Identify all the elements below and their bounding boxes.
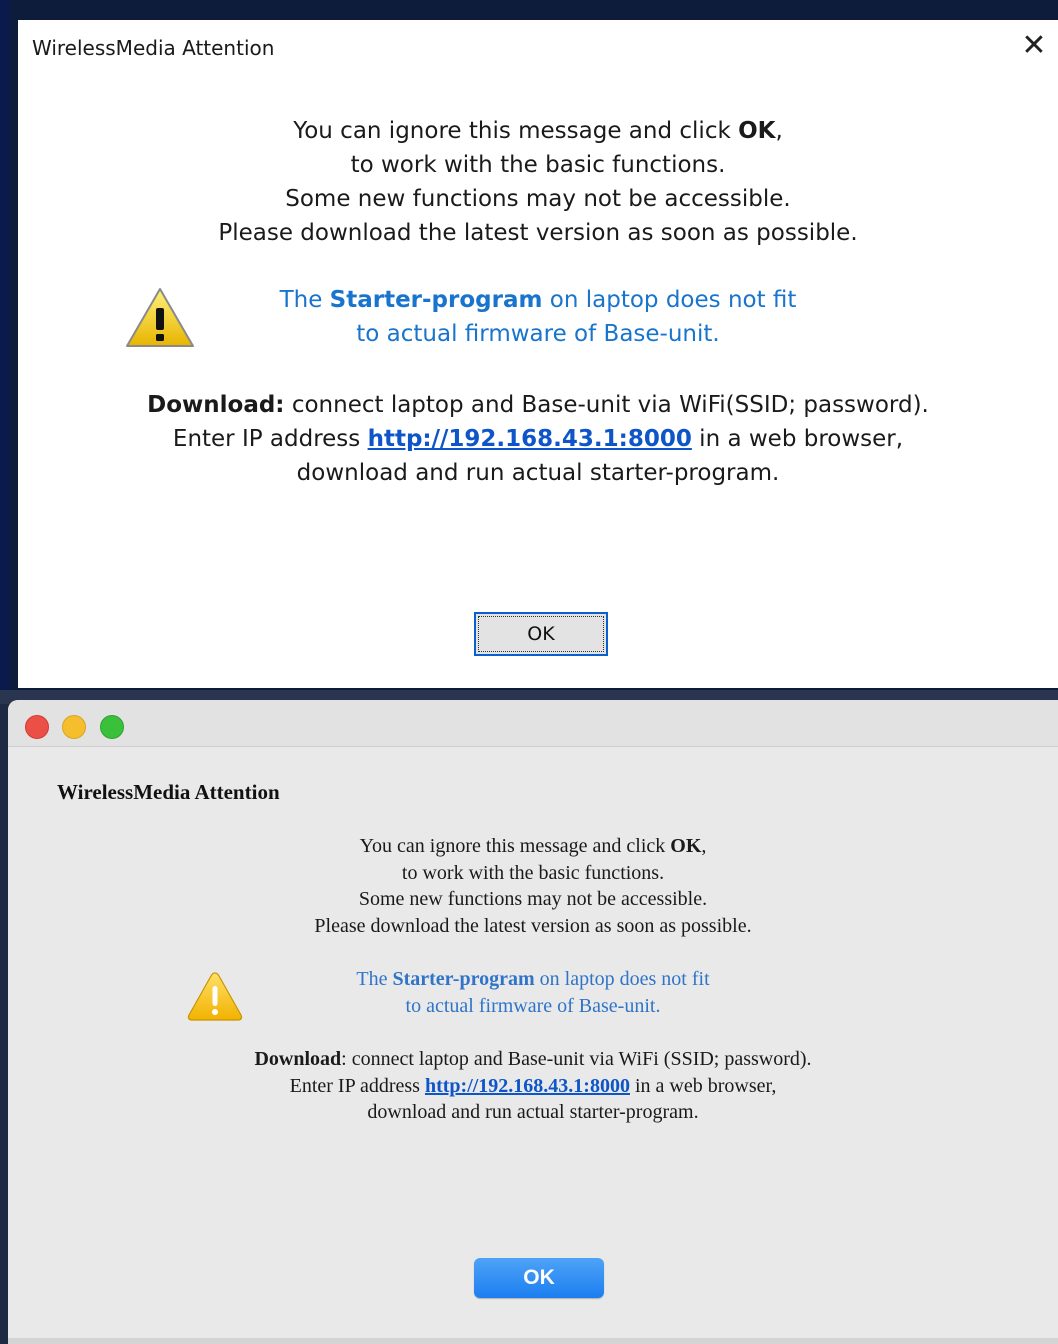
message-line: You can ignore this message and click OK… [8,833,1058,860]
warning-line: to actual firmware of Base-unit. [405,994,661,1017]
info-message: You can ignore this message and click OK… [18,114,1058,250]
download-line: Download: connect laptop and Base-unit v… [18,388,1058,422]
window-titlebar [8,700,1058,747]
info-message: You can ignore this message and click OK… [8,833,1058,939]
warning-line: The Starter-program on laptop does not f… [18,283,1058,317]
warning-text: The [356,968,393,990]
download-text: connect laptop and Base-unit via WiFi(SS… [284,392,929,418]
warning-line: The Starter-program on laptop does not f… [8,966,1058,993]
download-line: Download: connect laptop and Base-unit v… [8,1046,1058,1073]
dialog-title: WirelessMedia Attention [32,36,275,60]
download-text: in a web browser, [691,426,904,452]
message-line: to work with the basic functions. [350,152,726,178]
message-bold-ok: OK [738,118,776,144]
warning-text: on laptop does not fit [542,287,797,313]
ip-address-link[interactable]: http://192.168.43.1:8000 [368,426,692,452]
download-text: Enter IP address [289,1074,425,1097]
minimize-window-icon[interactable] [62,715,86,739]
warning-text: The [279,287,330,313]
windows-dialog: WirelessMedia Attention ✕ You can ignore… [18,20,1058,688]
dialog-title: WirelessMedia Attention [57,780,280,804]
windows-dialog-frame: WirelessMedia Attention ✕ You can ignore… [0,0,1058,696]
message-text: You can ignore this message and click [293,118,739,144]
download-instructions: Download: connect laptop and Base-unit v… [8,1046,1058,1126]
zoom-window-icon[interactable] [100,715,124,739]
message-line: Some new functions may not be accessible… [358,888,708,910]
close-icon[interactable]: ✕ [1012,26,1056,66]
download-line: download and run actual starter-program. [296,460,780,486]
download-line: Enter IP address http://192.168.43.1:800… [8,1073,1058,1100]
warning-bold-program: Starter-program [329,287,543,313]
window-bottom-edge [8,1338,1058,1344]
message-line: to work with the basic functions. [401,861,665,884]
ok-button[interactable]: OK [474,1258,604,1298]
message-text: You can ignore this message and click [359,835,671,857]
message-bold-ok: OK [670,835,702,857]
message-text: , [775,118,783,144]
download-text: Enter IP address [172,426,368,452]
warning-message: The Starter-program on laptop does not f… [8,966,1058,1019]
message-line: Please download the latest version as so… [218,220,858,246]
message-text: , [701,835,707,857]
ok-button[interactable]: OK [474,612,608,656]
message-line: Some new functions may not be accessible… [285,186,791,212]
warning-text: on laptop does not fit [534,968,710,990]
download-label: Download: [147,392,285,418]
warning-line: to actual firmware of Base-unit. [356,321,720,347]
ip-address-link[interactable]: http://192.168.43.1:8000 [425,1075,630,1097]
download-line: Enter IP address http://192.168.43.1:800… [18,422,1058,456]
download-line: download and run actual starter-program. [367,1101,699,1123]
close-window-icon[interactable] [25,715,49,739]
message-line: Please download the latest version as so… [314,914,752,937]
mac-dialog: WirelessMedia Attention You can ignore t… [8,700,1058,1344]
desktop-edge [0,0,10,696]
download-text: : connect laptop and Base-unit via WiFi … [341,1048,812,1070]
ok-button-label: OK [478,616,604,652]
warning-bold-program: Starter-program [392,968,535,990]
download-label: Download [254,1048,342,1070]
warning-message: The Starter-program on laptop does not f… [18,283,1058,351]
download-instructions: Download: connect laptop and Base-unit v… [18,388,1058,490]
message-line: You can ignore this message and click OK… [18,114,1058,148]
download-text: in a web browser, [629,1074,777,1097]
